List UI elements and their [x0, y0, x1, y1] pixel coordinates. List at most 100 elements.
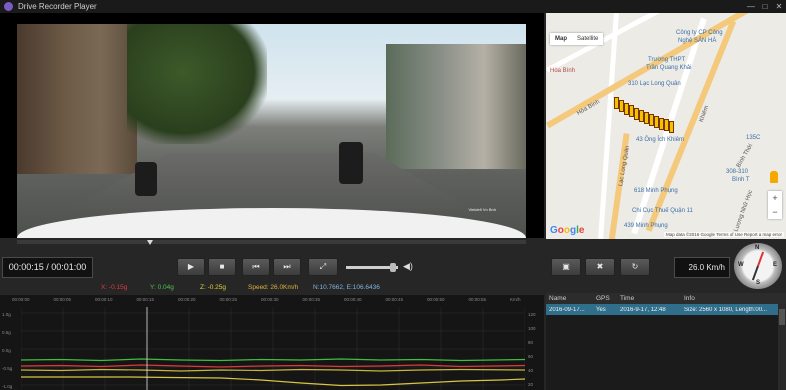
speed-tick-label: 20 — [528, 382, 534, 387]
time-tick-label: 00:00:00 — [12, 297, 30, 302]
graph-time-axis: 00:00:00 00:00:05 00:00:10 00:00:15 00:00:20… — [12, 297, 522, 306]
map-attribution[interactable]: Map data ©2016 Google Terms of Use Repor… — [663, 232, 784, 237]
column-header-name[interactable]: Name — [546, 295, 594, 302]
delete-button[interactable]: ✖ — [585, 258, 615, 276]
g-sensor-z: Z: -0.25g — [200, 284, 227, 291]
zoom-out-button[interactable]: − — [768, 205, 782, 219]
time-tick-label: 00:00:20 — [178, 297, 196, 302]
map-label: Trần Quang Khải — [646, 65, 692, 71]
time-tick-label: 00:00:55 — [468, 297, 487, 302]
file-time: 2016-9-17, 12:48 — [620, 306, 666, 313]
g-tick-label: 0.0g — [2, 348, 11, 353]
speed-tick-label: 100 — [528, 326, 536, 331]
playback-time: 00:00:15 / 00:01:00 — [2, 257, 93, 278]
speed-readout: Speed: 26.0Km/h — [248, 284, 299, 291]
file-gps: Yes — [596, 306, 606, 313]
file-list-scrollbar[interactable] — [778, 304, 786, 390]
speed-tick-label: 80 — [528, 340, 534, 345]
map-label: 135C — [746, 135, 761, 141]
file-list-header: Name GPS Time Info — [546, 293, 786, 304]
seek-bar[interactable] — [17, 240, 526, 244]
tab-satellite[interactable]: Satellite — [572, 33, 603, 45]
video-scene-motorbike — [135, 162, 157, 196]
g-sensor-x: X: -0.15g — [101, 284, 128, 291]
map-label: 439 Minh Phụng — [624, 223, 668, 229]
play-button[interactable]: ▶ — [177, 258, 205, 276]
video-stamp: Vietdefi Vn Bnh — [468, 207, 496, 212]
map-label: 310 Lạc Long Quân — [628, 81, 681, 87]
time-tick-label: 00:00:05 — [53, 297, 72, 302]
video-scene-buildings-left — [17, 24, 137, 174]
file-row[interactable]: 2016-09-17... Yes 2016-9-17, 12:48 Size:… — [546, 304, 786, 315]
street-view-pegman-icon[interactable] — [770, 171, 778, 183]
tab-map[interactable]: Map — [550, 33, 572, 45]
map-zoom-control: + − — [768, 191, 782, 219]
map-label: Bình T — [732, 177, 750, 183]
google-logo: Google — [550, 225, 585, 236]
time-tick-label: 00:00:35 — [302, 297, 321, 302]
map-label: Chi Cục Thuế Quận 11 — [632, 208, 693, 214]
file-info: Size: 2560 x 1080, Length:00... — [684, 306, 768, 313]
time-tick-label: 00:00:10 — [95, 297, 113, 302]
time-tick-label: 00:00:50 — [427, 297, 445, 302]
previous-button[interactable]: ⏮ — [242, 258, 270, 276]
maximize-button[interactable]: □ — [758, 0, 772, 13]
g-sensor-graph[interactable]: 00:00:00 00:00:05 00:00:10 00:00:15 00:00:20… — [0, 295, 544, 390]
video-view[interactable]: Vietdefi Vn Bnh — [17, 24, 526, 238]
minimize-button[interactable]: — — [744, 0, 758, 13]
volume-slider-knob[interactable] — [389, 263, 396, 272]
speed-tick-label: 120 — [528, 312, 536, 317]
file-list: Name GPS Time Info 2016-09-17... Yes 201… — [546, 293, 786, 390]
g-tick-label: -0.5g — [2, 366, 13, 371]
time-tick-label: 00:00:25 — [219, 297, 238, 302]
video-scene-motorbike — [339, 142, 363, 184]
drive-recorder-app: Drive Recorder Player — □ ✕ Vietdefi Vn … — [0, 0, 786, 390]
close-button[interactable]: ✕ — [772, 0, 786, 13]
file-name: 2016-09-17... — [549, 306, 585, 313]
video-panel: Vietdefi Vn Bnh — [0, 13, 544, 238]
g-sensor-y: Y: 0.04g — [150, 284, 174, 291]
time-tick-label: 00:00:30 — [261, 297, 279, 302]
gps-track-markers — [614, 97, 682, 133]
map-label: 308-310 — [726, 169, 749, 175]
compass-icon: N S W E — [734, 243, 782, 289]
stop-button[interactable]: ■ — [208, 258, 236, 276]
speed-tick-label: 40 — [528, 368, 534, 373]
map-label: 43 Ông Ích Khiêm — [636, 137, 685, 143]
speed-tick-label: 60 — [528, 354, 534, 359]
map-label: Công ty CP Công — [676, 30, 723, 36]
window-title: Drive Recorder Player — [18, 2, 97, 11]
title-bar: Drive Recorder Player — □ ✕ — [0, 0, 786, 13]
fullscreen-button[interactable]: ⤢ — [308, 258, 338, 276]
gps-coordinates: N:10.7662, E:106.6436 — [313, 284, 380, 291]
g-tick-label: 1.0g — [2, 312, 11, 317]
map-label: 618 Minh Phụng — [634, 188, 678, 194]
map-panel[interactable]: Map Satellite Công ty CP Công Nghệ SẢN H… — [546, 13, 786, 239]
g-tick-label: 0.5g — [2, 330, 11, 335]
seek-position-marker[interactable] — [147, 240, 153, 245]
app-logo-icon — [4, 2, 13, 11]
refresh-button[interactable]: ↻ — [620, 258, 650, 276]
column-header-time[interactable]: Time — [618, 295, 682, 302]
time-tick-label: 00:00:45 — [385, 297, 404, 302]
map-label: Bình Thới — [735, 143, 755, 169]
map-label: Lương Nhữ Học — [733, 189, 755, 233]
next-button[interactable]: ⏭ — [273, 258, 301, 276]
graph-plot-area[interactable] — [21, 307, 525, 390]
snapshot-button[interactable]: ▣ — [551, 258, 581, 276]
video-scene-trees — [127, 24, 267, 144]
zoom-in-button[interactable]: + — [768, 191, 782, 205]
time-tick-label: Km/h — [510, 297, 521, 302]
sensor-readout: X: -0.15g Y: 0.04g Z: -0.25g Speed: 26.0… — [0, 283, 544, 294]
map-label: Trường THPT — [648, 57, 686, 63]
g-tick-label: -1.0g — [2, 384, 13, 389]
map-label: Nghệ SẢN HÀ — [678, 38, 717, 44]
g-z-series — [21, 368, 525, 372]
column-header-info[interactable]: Info — [682, 295, 786, 302]
time-tick-label: 00:00:15 — [136, 297, 155, 302]
video-scene-buildings-right — [386, 44, 526, 169]
column-header-gps[interactable]: GPS — [594, 295, 618, 302]
time-tick-label: 00:00:40 — [344, 297, 362, 302]
map-type-tabs: Map Satellite — [550, 33, 604, 45]
volume-icon[interactable]: ◀) — [403, 261, 413, 272]
